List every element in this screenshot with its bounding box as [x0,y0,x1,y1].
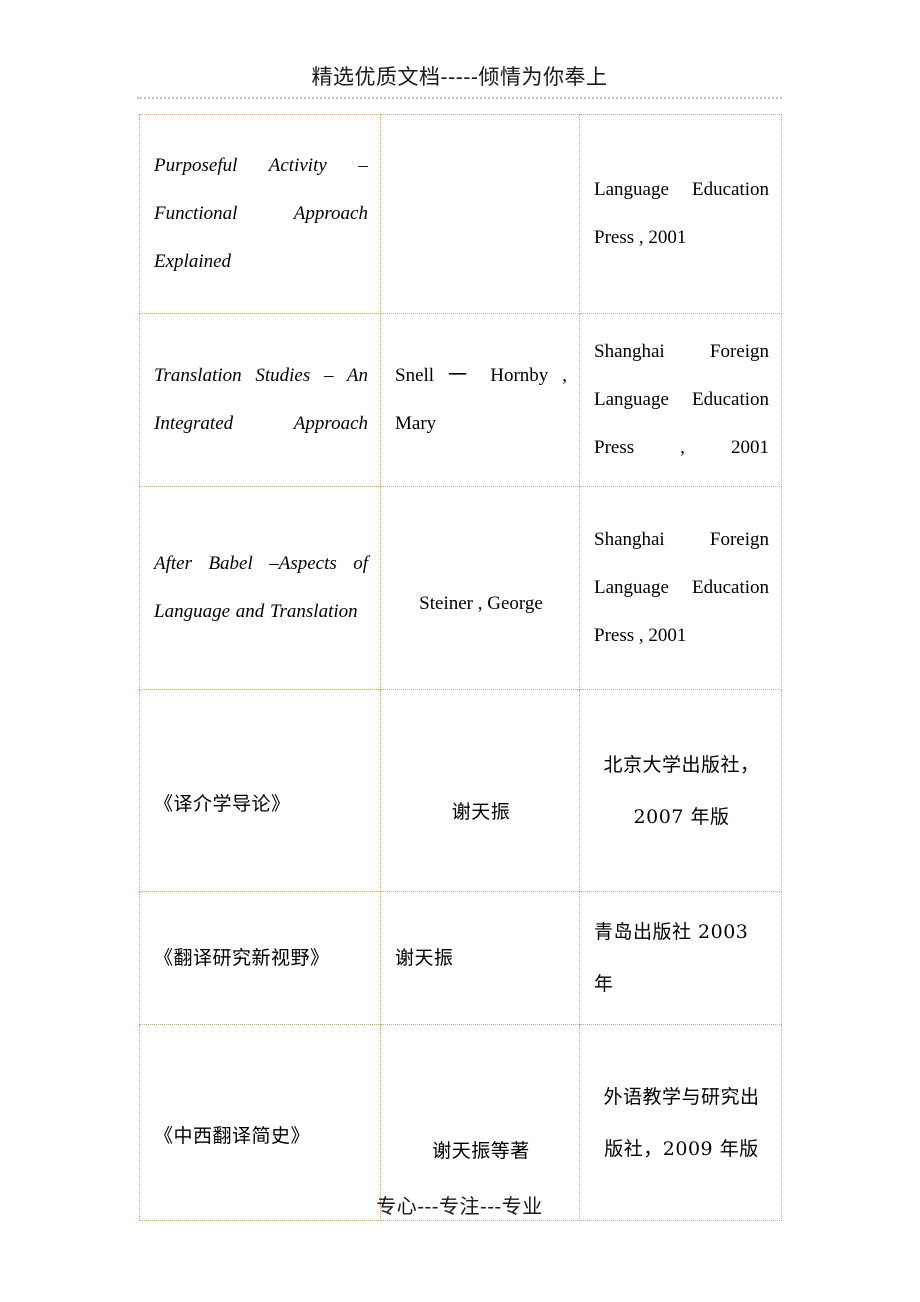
table-cell-publisher: Language Education Press , 2001 [579,114,782,314]
page-footer-text: 专心---专注---专业 [376,1194,543,1218]
table-cell-author: Snell 一 Hornby , Mary [380,313,580,487]
document-page: 精选优质文档-----倾情为你奉上 Purposeful Activity –F… [0,0,920,1302]
table-cell-author: 谢天振 [380,689,580,892]
book-publisher: Shanghai Foreign Language Education Pres… [594,341,769,458]
table-cell-title: After Babel –Aspects of Language and Tra… [139,486,381,690]
book-title: 《中西翻译简史》 [154,1124,311,1147]
table-cell-publisher: 青岛出版社 2003 年 [579,891,782,1025]
book-title: Translation Studies – An Integrated Appr… [154,365,368,434]
table-row: 《译介学导论》 谢天振 北京大学出版社，2007 年版 [139,689,782,892]
book-title: Purposeful Activity –Functional Approach… [154,155,368,272]
bibliography-table: Purposeful Activity –Functional Approach… [139,114,782,1221]
book-author: 谢天振等著 [432,1139,530,1162]
table-cell-title: Purposeful Activity –Functional Approach… [139,114,381,314]
table-row: Purposeful Activity –Functional Approach… [139,114,782,314]
book-author: 谢天振 [395,947,454,969]
book-publisher: Language Education Press , 2001 [594,179,769,248]
page-header: 精选优质文档-----倾情为你奉上 [137,62,782,92]
book-publisher: 青岛出版社 2003 年 [594,921,749,995]
book-title: 《译介学导论》 [154,792,291,815]
table-cell-author: 谢天振 [380,891,580,1025]
table-cell-publisher: 北京大学出版社，2007 年版 [579,689,782,892]
table-row: After Babel –Aspects of Language and Tra… [139,486,782,690]
book-title: 《翻译研究新视野》 [154,947,330,969]
table-cell-title: 《翻译研究新视野》 [139,891,381,1025]
book-title: After Babel –Aspects of Language and Tra… [154,553,368,622]
table-cell-title: 《译介学导论》 [139,689,381,892]
table-cell-author [380,114,580,314]
book-author: Steiner , George [419,593,543,614]
table-cell-publisher: Shanghai Foreign Language Education Pres… [579,313,782,487]
book-author: 谢天振 [451,800,511,823]
book-publisher: Shanghai Foreign Language Education Pres… [594,529,769,646]
table-cell-title: Translation Studies – An Integrated Appr… [139,313,381,487]
table-row: Translation Studies – An Integrated Appr… [139,313,782,487]
table-cell-author: Steiner , George [380,486,580,690]
header-rule-divider [137,97,782,99]
table-row: 《翻译研究新视野》 谢天振 青岛出版社 2003 年 [139,891,782,1025]
book-publisher: 外语教学与研究出版社，2009 年版 [603,1085,760,1160]
page-footer: 专心---专注---专业 [137,1192,782,1220]
table-cell-publisher: Shanghai Foreign Language Education Pres… [579,486,782,690]
book-publisher: 北京大学出版社，2007 年版 [603,753,760,828]
book-author: Snell 一 Hornby , Mary [395,365,567,434]
page-header-text: 精选优质文档-----倾情为你奉上 [311,65,608,89]
